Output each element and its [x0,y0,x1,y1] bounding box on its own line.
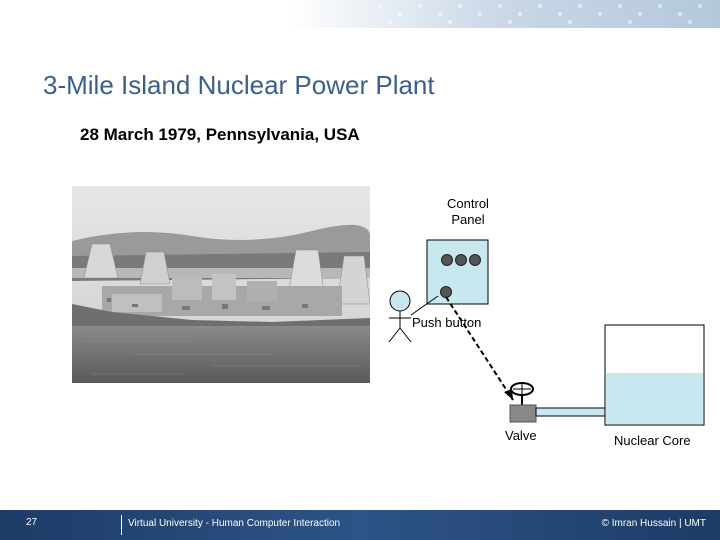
page-number: 27 [26,517,38,528]
push-button [440,286,452,298]
slide-title: 3-Mile Island Nuclear Power Plant [43,70,435,100]
core-water [606,373,703,424]
dot-pattern-decoration [378,4,702,24]
course-name: Virtual University - Human Computer Inte… [128,518,341,529]
push-button-label: Push button [412,315,482,330]
slide-subtitle: 28 March 1979, Pennsylvania, USA [80,125,360,144]
valve-label: Valve [505,428,537,443]
panel-button-2 [455,254,467,266]
nuclear-core-label: Nuclear Core [614,433,691,448]
panel-button-3 [469,254,481,266]
panel-button-1 [441,254,453,266]
footer-divider [121,515,122,535]
control-panel-label: Control Panel [447,196,489,227]
signal-line [445,296,514,401]
copyright-text: © Imran Hussain | UMT [601,518,706,529]
control-panel-box [426,239,489,305]
valve-icon [509,382,537,423]
power-plant-photo [72,186,370,383]
footer-bar: 27 Virtual University - Human Computer I… [0,510,720,540]
top-banner [0,0,720,28]
pipe [535,407,607,417]
